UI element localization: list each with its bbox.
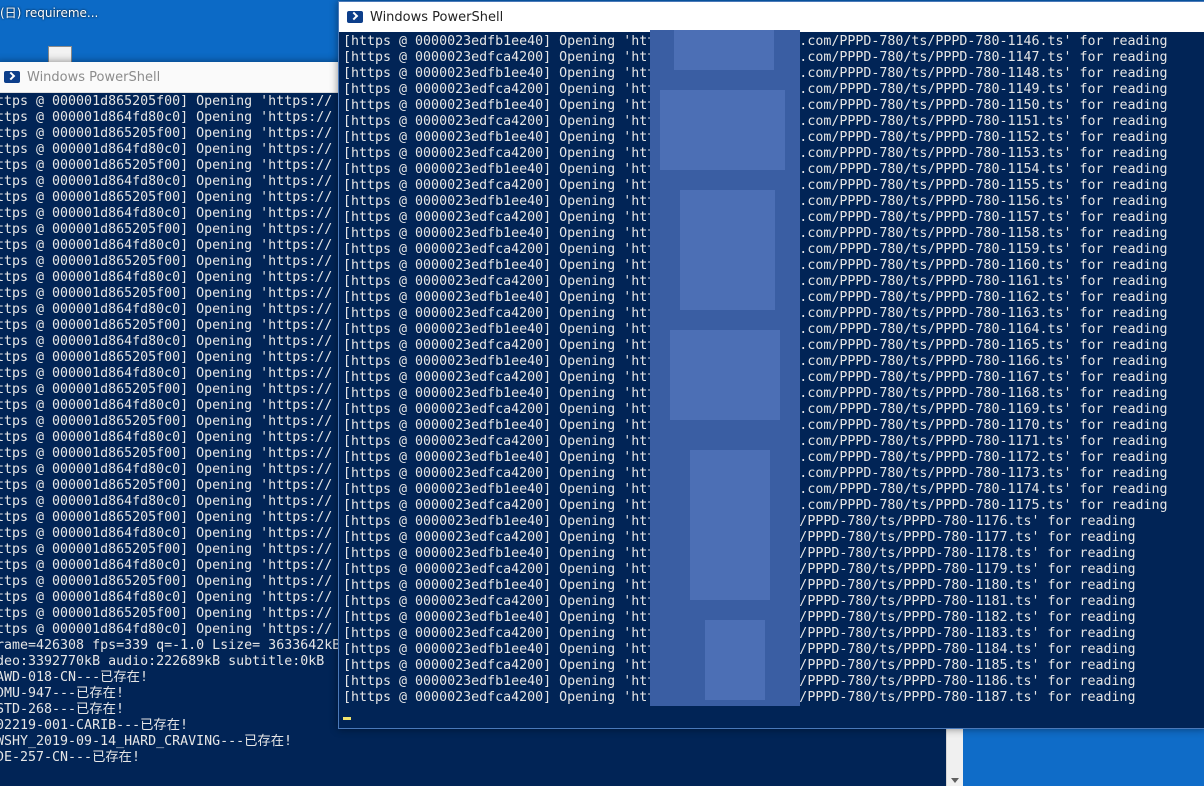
back-window-title: Windows PowerShell	[27, 69, 161, 85]
console-line: ttps @ 000001d865205f00] Opening 'https:…	[0, 158, 333, 173]
console-line: ttps @ 000001d864fd80c0] Opening 'https:…	[0, 398, 333, 413]
console-line: ttps @ 000001d864fd80c0] Opening 'https:…	[0, 590, 333, 605]
console-line: ttps @ 000001d864fd80c0] Opening 'https:…	[0, 334, 333, 349]
console-line: ttps @ 000001d865205f00] Opening 'https:…	[0, 414, 333, 429]
console-line: AWD-018-CN---已存在!	[0, 670, 148, 685]
console-line: ttps @ 000001d864fd80c0] Opening 'https:…	[0, 462, 333, 477]
console-line: ttps @ 000001d865205f00] Opening 'https:…	[0, 350, 333, 365]
back-window-scrollbar[interactable]	[946, 727, 963, 786]
console-line: ttps @ 000001d864fd80c0] Opening 'https:…	[0, 110, 333, 125]
console-line: ttps @ 000001d865205f00] Opening 'https:…	[0, 190, 333, 205]
console-line: ttps @ 000001d864fd80c0] Opening 'https:…	[0, 270, 333, 285]
powershell-icon	[347, 11, 363, 23]
console-line: ttps @ 000001d865205f00] Opening 'https:…	[0, 254, 333, 269]
console-line: ttps @ 000001d865205f00] Opening 'https:…	[0, 126, 333, 141]
console-line: ttps @ 000001d864fd80c0] Opening 'https:…	[0, 526, 333, 541]
console-cursor	[343, 717, 351, 720]
console-line: deo:3392770kB audio:222689kB subtitle:0k…	[0, 654, 325, 669]
scroll-down-arrow-icon[interactable]	[951, 778, 959, 783]
powershell-icon	[4, 71, 20, 83]
console-line: ttps @ 000001d865205f00] Opening 'https:…	[0, 510, 333, 525]
console-line: ttps @ 000001d865205f00] Opening 'https:…	[0, 446, 333, 461]
console-line: rame=426308 fps=339 q=-1.0 Lsize= 363364…	[0, 638, 341, 653]
console-line: ttps @ 000001d864fd80c0] Opening 'https:…	[0, 366, 333, 381]
console-line: ttps @ 000001d864fd80c0] Opening 'https:…	[0, 238, 333, 253]
front-window-titlebar[interactable]: Windows PowerShell	[339, 2, 1204, 32]
console-line: ttps @ 000001d865205f00] Opening 'https:…	[0, 222, 333, 237]
desktop-icon-label[interactable]: (日) requireme...	[0, 4, 98, 21]
console-line: ttps @ 000001d865205f00] Opening 'https:…	[0, 94, 333, 109]
console-line: 02219-001-CARIB---已存在!	[0, 718, 188, 733]
console-line: ttps @ 000001d864fd80c0] Opening 'https:…	[0, 174, 333, 189]
console-line: ttps @ 000001d865205f00] Opening 'https:…	[0, 478, 333, 493]
console-line: ttps @ 000001d864fd80c0] Opening 'https:…	[0, 558, 333, 573]
console-line: ttps @ 000001d864fd80c0] Opening 'https:…	[0, 622, 333, 637]
console-line: DE-257-CN---已存在!	[0, 750, 140, 765]
console-line: DMU-947---已存在!	[0, 686, 124, 701]
console-line: ttps @ 000001d865205f00] Opening 'https:…	[0, 606, 333, 621]
front-window-title: Windows PowerShell	[370, 9, 504, 25]
console-line: ttps @ 000001d864fd80c0] Opening 'https:…	[0, 302, 333, 317]
console-line: STD-268---已存在!	[0, 702, 124, 717]
console-line: ttps @ 000001d864fd80c0] Opening 'https:…	[0, 206, 333, 221]
console-line: ttps @ 000001d864fd80c0] Opening 'https:…	[0, 430, 333, 445]
console-line: WSHY_2019-09-14_HARD_CRAVING---已存在!	[0, 734, 293, 749]
console-line: ttps @ 000001d864fd80c0] Opening 'https:…	[0, 142, 333, 157]
console-line: ttps @ 000001d865205f00] Opening 'https:…	[0, 286, 333, 301]
console-line: ttps @ 000001d865205f00] Opening 'https:…	[0, 542, 333, 557]
console-line: ttps @ 000001d865205f00] Opening 'https:…	[0, 574, 333, 589]
back-console-lines: ttps @ 000001d865205f00] Opening 'https:…	[0, 94, 340, 766]
redaction-overlay	[650, 30, 800, 706]
console-line: ttps @ 000001d864fd80c0] Opening 'https:…	[0, 494, 333, 509]
console-line: ttps @ 000001d865205f00] Opening 'https:…	[0, 318, 333, 333]
console-line: ttps @ 000001d865205f00] Opening 'https:…	[0, 382, 333, 397]
desktop-right-area	[962, 727, 1204, 786]
